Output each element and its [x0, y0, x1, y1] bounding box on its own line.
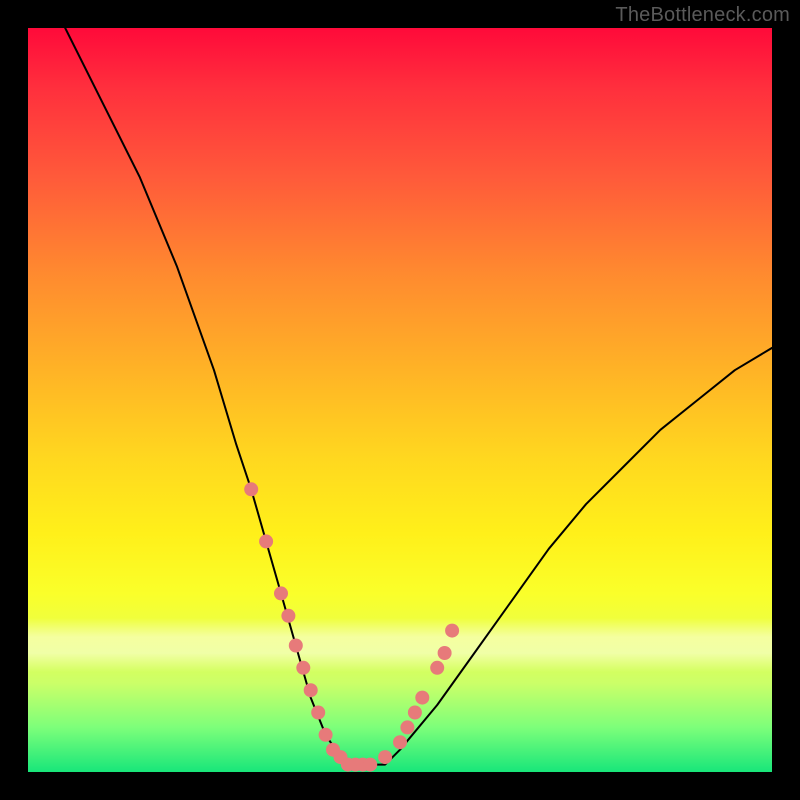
marker-dot — [281, 609, 295, 623]
marker-dot — [393, 735, 407, 749]
marker-dot — [311, 706, 325, 720]
chart-frame: TheBottleneck.com — [0, 0, 800, 800]
marker-dot — [289, 639, 303, 653]
marker-dot — [334, 750, 348, 764]
marker-dot — [408, 706, 422, 720]
marker-dot — [378, 750, 392, 764]
marker-dot — [341, 758, 355, 772]
marker-dot — [363, 758, 377, 772]
plot-area — [28, 28, 772, 772]
marker-dot — [430, 661, 444, 675]
marker-dot — [244, 482, 258, 496]
marker-dot — [356, 758, 370, 772]
watermark-text: TheBottleneck.com — [615, 4, 790, 27]
marker-dot — [304, 683, 318, 697]
marker-dot — [274, 586, 288, 600]
bottleneck-curve — [65, 28, 772, 765]
highlight-band — [28, 618, 772, 672]
curve-layer — [28, 28, 772, 772]
marker-dot — [445, 624, 459, 638]
marker-dot — [296, 661, 310, 675]
marker-dot — [259, 534, 273, 548]
marker-dot — [348, 758, 362, 772]
marker-dot — [319, 728, 333, 742]
marker-dot — [326, 743, 340, 757]
marker-dot — [400, 720, 414, 734]
marker-dot — [415, 691, 429, 705]
marker-dot — [438, 646, 452, 660]
